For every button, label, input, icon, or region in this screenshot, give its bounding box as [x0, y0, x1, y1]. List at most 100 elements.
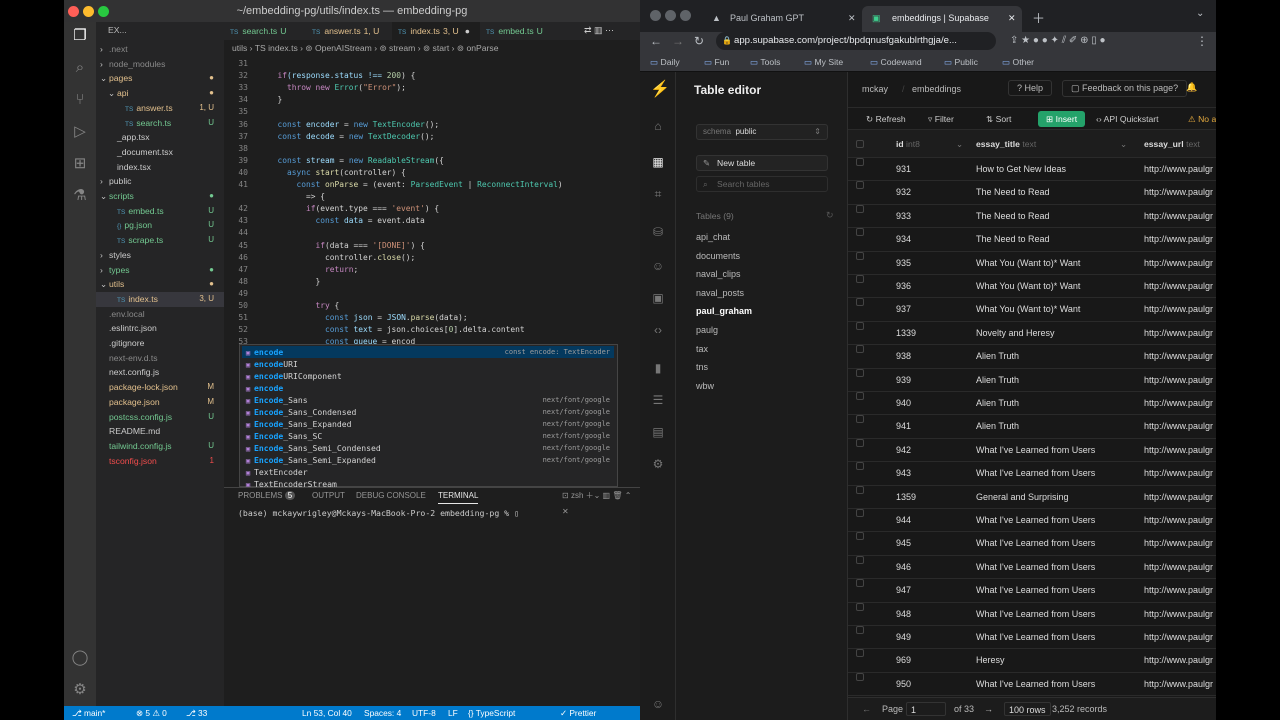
column-header-essay-url[interactable]: essay_url text	[1144, 130, 1200, 158]
cell-id[interactable]: 945	[896, 532, 911, 555]
sort-button[interactable]: ⇅ Sort	[986, 114, 1011, 125]
table-list-item[interactable]: tns	[696, 362, 708, 372]
cell-essay-url[interactable]: http://www.paulgr	[1144, 181, 1213, 204]
row-checkbox[interactable]	[856, 462, 864, 471]
table-row[interactable]: 948 What I've Learned from Users http://ww…	[848, 602, 1216, 626]
close-window-button[interactable]	[68, 6, 79, 17]
search-icon[interactable]: ⌕	[70, 58, 90, 78]
tree-item[interactable]: ⌄ api ●	[96, 86, 224, 101]
tree-item[interactable]: package.json M	[96, 395, 224, 410]
row-checkbox[interactable]	[856, 649, 864, 658]
row-checkbox[interactable]	[856, 579, 864, 588]
browser-tab-paul-graham-gpt[interactable]: ▲ Paul Graham GPT ✕	[700, 6, 860, 32]
row-checkbox[interactable]	[856, 251, 864, 260]
table-row[interactable]: 1339 Novelty and Heresy http://www.paulgr	[848, 321, 1216, 346]
cell-essay-url[interactable]: http://www.paulgr	[1144, 252, 1213, 275]
table-row[interactable]: 950 What I've Learned from Users http://ww…	[848, 672, 1216, 697]
row-checkbox[interactable]	[856, 321, 864, 330]
language-mode[interactable]: {} TypeScript	[468, 706, 515, 720]
table-row[interactable]: 946 What I've Learned from Users http://ww…	[848, 555, 1216, 580]
back-arrow-icon[interactable]: ←	[650, 34, 662, 48]
reload-icon[interactable]: ↻	[694, 34, 704, 48]
cell-id[interactable]: 950	[896, 673, 911, 696]
supabase-logo-icon[interactable]: ⚡	[650, 82, 670, 98]
search-tables-input[interactable]: ⌕ Search tables	[696, 176, 828, 192]
cell-essay-title[interactable]: What I've Learned from Users	[976, 556, 1095, 579]
extensions-toolbar-icons[interactable]: ⇪ ★ ● ● ✦ ⫽ ✐ ⊕ ▯ ●	[1010, 35, 1106, 46]
refresh-tables-icon[interactable]: ↻	[826, 210, 834, 221]
page-input[interactable]: 1	[906, 702, 946, 716]
table-row[interactable]: 933 The Need to Read http://www.paulgr	[848, 204, 1216, 229]
suggestion-item[interactable]: ▣ Encode_Sans_Semi_Expanded next/font/goog…	[242, 454, 614, 466]
reports-icon[interactable]: ▮	[650, 360, 666, 376]
api-docs-icon[interactable]: ▤	[650, 424, 666, 440]
table-row[interactable]: 1359 General and Surprising http://www.pau…	[848, 485, 1216, 509]
bookmark-folder[interactable]: ▭ Daily	[650, 54, 680, 70]
cell-id[interactable]: 940	[896, 392, 911, 415]
close-window-button[interactable]	[650, 10, 661, 21]
tree-item[interactable]: ⌄ scripts ●	[96, 189, 224, 204]
suggestion-item[interactable]: ▣ Encode_Sans_Expanded next/font/google	[242, 418, 614, 430]
cell-id[interactable]: 939	[896, 369, 911, 392]
breadcrumb[interactable]: utils › TS index.ts › ⊚ OpenAIStream › ⊚…	[224, 40, 640, 57]
cell-essay-url[interactable]: http://www.paulgr	[1144, 462, 1213, 485]
chevron-down-icon[interactable]: ⌄	[956, 130, 963, 158]
minimize-window-button[interactable]	[83, 6, 94, 17]
forward-arrow-icon[interactable]: →	[672, 34, 684, 48]
branch-indicator[interactable]: ⎇ main*	[72, 706, 105, 720]
testing-icon[interactable]: ⚗	[70, 186, 90, 206]
cell-essay-url[interactable]: http://www.paulgr	[1144, 579, 1213, 602]
table-row[interactable]: 943 What I've Learned from Users http://ww…	[848, 462, 1216, 486]
cell-id[interactable]: 944	[896, 509, 911, 532]
row-checkbox[interactable]	[856, 181, 864, 190]
cell-id[interactable]: 942	[896, 439, 911, 462]
tree-item[interactable]: next-env.d.ts	[96, 351, 224, 366]
bookmark-folder[interactable]: ▭ My Site	[804, 54, 843, 70]
insert-button[interactable]: ⊞ Insert	[1038, 111, 1086, 127]
suggestion-item[interactable]: ▣ Encode_Sans_Semi_Condensed next/font/goo…	[242, 442, 614, 454]
table-crumb[interactable]: embeddings	[912, 84, 961, 94]
browser-menu-icon[interactable]: ⋮	[1196, 34, 1208, 48]
table-list-item[interactable]: wbw	[696, 381, 714, 391]
table-row[interactable]: 932 The Need to Read http://www.paulgr	[848, 181, 1216, 205]
cell-essay-url[interactable]: http://www.paulgr	[1144, 649, 1213, 672]
tree-item[interactable]: ⌄ utils ●	[96, 277, 224, 292]
tree-item[interactable]: .env.local	[96, 307, 224, 322]
tree-item[interactable]: tsconfig.json 1	[96, 454, 224, 469]
bookmark-folder[interactable]: ▭ Tools	[750, 54, 780, 70]
encoding[interactable]: UTF-8	[412, 706, 436, 720]
cell-essay-url[interactable]: http://www.paulgr	[1144, 439, 1213, 462]
table-row[interactable]: 944 What I've Learned from Users http://ww…	[848, 509, 1216, 533]
table-row[interactable]: 941 Alien Truth http://www.paulgr	[848, 415, 1216, 439]
table-editor-icon[interactable]: ▦	[650, 154, 666, 170]
rows-per-page-select[interactable]: 100 rows	[1004, 702, 1051, 716]
tab-problems[interactable]: PROBLEMS 5	[238, 488, 296, 504]
account-icon[interactable]: ◯	[70, 648, 90, 668]
cell-essay-title[interactable]: General and Surprising	[976, 486, 1069, 509]
tree-item[interactable]: TS answer.ts 1, U	[96, 101, 224, 116]
suggest-widget[interactable]: ▣ encode const encode: TextEncoder ▣ encodeU…	[239, 344, 618, 489]
cell-essay-url[interactable]: http://www.paulgr	[1144, 158, 1213, 181]
table-list-item[interactable]: tax	[696, 344, 708, 354]
auth-users-icon[interactable]: ☺	[650, 258, 666, 274]
table-row[interactable]: 945 What I've Learned from Users http://ww…	[848, 532, 1216, 556]
tree-item[interactable]: tailwind.config.js U	[96, 439, 224, 454]
prettier-status[interactable]: ✓ Prettier	[560, 706, 596, 720]
bookmark-folder[interactable]: ▭ Fun	[704, 54, 729, 70]
account-icon[interactable]: ☺	[650, 696, 666, 712]
cell-essay-title[interactable]: The Need to Read	[976, 181, 1050, 204]
storage-icon[interactable]: ▣	[650, 290, 666, 306]
prev-page-arrow-icon[interactable]: ←	[862, 698, 871, 720]
table-list-item[interactable]: paulg	[696, 325, 718, 335]
cell-id[interactable]: 941	[896, 415, 911, 438]
source-control-icon[interactable]: ⑂	[70, 90, 90, 110]
table-list-item[interactable]: naval_posts	[696, 288, 744, 298]
table-row[interactable]: 939 Alien Truth http://www.paulgr	[848, 368, 1216, 392]
minimize-window-button[interactable]	[665, 10, 676, 21]
table-row[interactable]: 947 What I've Learned from Users http://ww…	[848, 579, 1216, 603]
row-checkbox[interactable]	[856, 626, 864, 634]
cell-essay-title[interactable]: What I've Learned from Users	[976, 462, 1095, 485]
cell-essay-title[interactable]: What You (Want to)* Want	[976, 298, 1080, 321]
row-checkbox[interactable]	[856, 672, 864, 681]
table-row[interactable]: 942 What I've Learned from Users http://ww…	[848, 438, 1216, 463]
